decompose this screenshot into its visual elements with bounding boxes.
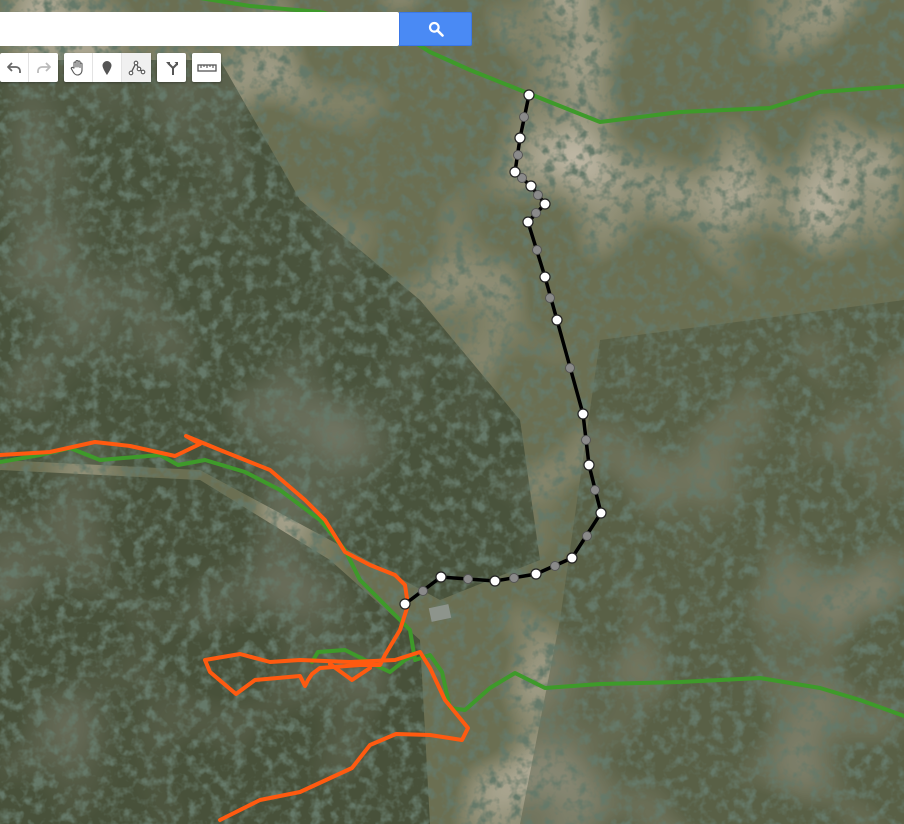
map-toolbar (0, 53, 221, 82)
history-group (0, 53, 58, 82)
route-vertex-handle[interactable] (489, 575, 501, 587)
route-midpoint-handle[interactable] (545, 293, 555, 303)
draw-tools-group (64, 53, 151, 82)
route-midpoint-handle[interactable] (582, 531, 592, 541)
route-midpoint-handle[interactable] (532, 245, 542, 255)
search-input[interactable] (0, 12, 399, 46)
route-midpoint-handle[interactable] (531, 208, 541, 218)
redo-icon (36, 61, 51, 73)
directions-button[interactable] (157, 53, 186, 82)
route-midpoint-handle[interactable] (581, 435, 591, 445)
route-vertex-handle[interactable] (509, 166, 521, 178)
route-vertex-handle[interactable] (399, 598, 411, 610)
measure-distance-button[interactable] (192, 53, 221, 82)
route-midpoint-handle[interactable] (565, 363, 575, 373)
route-vertex-handle[interactable] (523, 89, 535, 101)
draw-line-icon (128, 60, 145, 75)
route-vertex-handle[interactable] (435, 571, 447, 583)
undo-button[interactable] (0, 53, 29, 82)
route-midpoint-handle[interactable] (590, 485, 600, 495)
search-button[interactable] (399, 12, 472, 46)
add-marker-button[interactable] (93, 53, 122, 82)
route-midpoint-handle[interactable] (509, 573, 519, 583)
route-icon (165, 61, 178, 75)
ruler-icon (196, 63, 217, 72)
route-vertex-handle[interactable] (530, 568, 542, 580)
route-vertex-handle[interactable] (566, 552, 578, 564)
draw-line-button[interactable] (122, 53, 151, 82)
route-vertex-handle[interactable] (577, 408, 589, 420)
tree-canopy-texture (0, 0, 904, 824)
route-vertex-handle[interactable] (525, 180, 537, 192)
pan-tool-button[interactable] (64, 53, 93, 82)
route-vertex-handle[interactable] (551, 314, 563, 326)
route-midpoint-handle[interactable] (519, 112, 529, 122)
search-icon (428, 21, 444, 37)
route-vertex-handle[interactable] (539, 198, 551, 210)
undo-icon (7, 61, 21, 73)
measure-group (192, 53, 221, 82)
route-vertex-handle[interactable] (595, 507, 607, 519)
route-vertex-handle[interactable] (539, 271, 551, 283)
hand-icon (70, 59, 83, 76)
redo-button[interactable] (29, 53, 58, 82)
route-midpoint-handle[interactable] (533, 190, 543, 200)
satellite-map[interactable] (0, 0, 904, 824)
map-pin-icon (102, 60, 112, 75)
search-bar (0, 12, 472, 46)
directions-group (157, 53, 186, 82)
route-midpoint-handle[interactable] (463, 574, 473, 584)
route-midpoint-handle[interactable] (513, 150, 523, 160)
route-midpoint-handle[interactable] (550, 561, 560, 571)
route-vertex-handle[interactable] (514, 132, 526, 144)
route-midpoint-handle[interactable] (418, 586, 428, 596)
route-vertex-handle[interactable] (583, 459, 595, 471)
route-vertex-handle[interactable] (522, 216, 534, 228)
